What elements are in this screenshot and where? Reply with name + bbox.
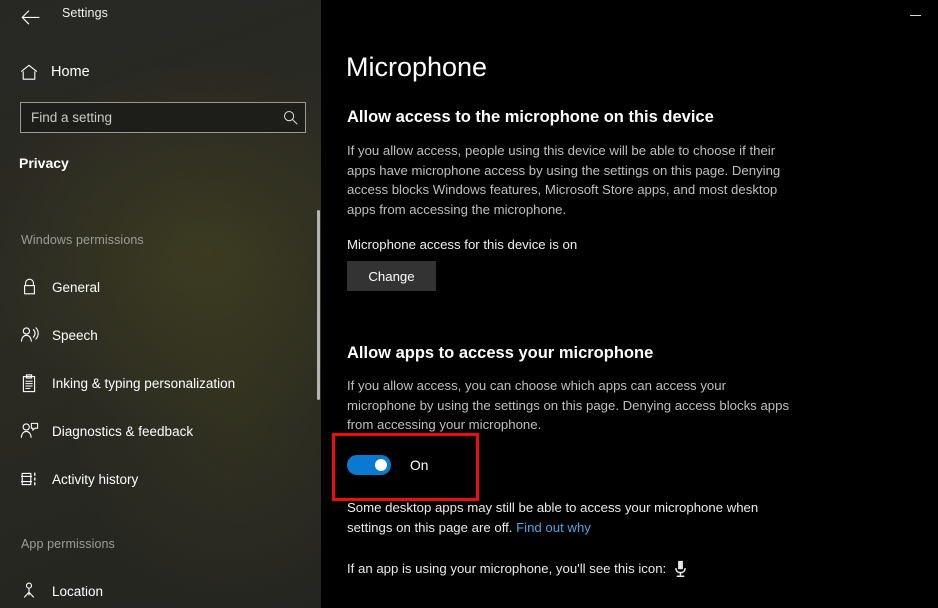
activity-history-icon (12, 470, 46, 488)
home-icon (12, 64, 46, 81)
sidebar-scrollbar-thumb[interactable] (317, 210, 320, 400)
search-input[interactable]: Find a setting (20, 102, 306, 133)
speech-person-icon (12, 326, 46, 344)
toggle-switch[interactable] (347, 455, 391, 475)
minimize-button[interactable] (892, 0, 938, 30)
sidebar-group-header-windows-permissions: Windows permissions (21, 233, 144, 247)
clipboard-pen-icon (12, 373, 46, 393)
sidebar-item-general-label: General (52, 279, 101, 295)
sidebar-category-title: Privacy (19, 155, 69, 171)
location-pin-icon (12, 582, 46, 600)
sidebar-item-activity-history[interactable]: Activity history (12, 462, 312, 496)
sidebar-item-inking-typing-personalization[interactable]: Inking & typing personalization (12, 366, 312, 400)
sidebar-item-location-label: Location (52, 583, 104, 599)
microphone-icon-note-text: If an app is using your microphone, you'… (347, 561, 667, 576)
minimize-icon (909, 14, 921, 16)
toggle-state-label: On (410, 457, 429, 473)
sidebar-item-speech-label: Speech (52, 327, 98, 343)
person-feedback-icon (12, 422, 46, 440)
microphone-icon (674, 560, 687, 577)
sidebar-item-home[interactable]: Home (12, 57, 312, 87)
sidebar-group-header-app-permissions: App permissions (21, 537, 115, 551)
desktop-apps-note: Some desktop apps may still be able to a… (347, 498, 797, 537)
microphone-icon-note: If an app is using your microphone, you'… (347, 560, 687, 577)
back-arrow-icon[interactable] (17, 4, 43, 30)
section-description-device-access: If you allow access, people using this d… (347, 143, 781, 217)
allow-apps-microphone-toggle[interactable]: On (347, 455, 428, 475)
search-input-placeholder: Find a setting (31, 110, 113, 125)
sidebar-titlebar: Settings (0, 0, 322, 32)
sidebar-item-location[interactable]: Location (12, 574, 312, 608)
lock-icon (12, 278, 46, 296)
section-heading-apps-access: Allow apps to access your microphone (347, 344, 654, 362)
section-description-apps-access: If you allow access, you can choose whic… (347, 378, 790, 432)
main-content-panel: Microphone Allow access to the microphon… (322, 0, 938, 608)
sidebar-item-speech[interactable]: Speech (12, 318, 312, 352)
sidebar-item-activity-history-label: Activity history (52, 471, 139, 487)
change-button[interactable]: Change (347, 261, 436, 291)
window-title: Settings (62, 6, 108, 20)
microphone-device-status: Microphone access for this device is on (347, 237, 578, 252)
sidebar-item-home-label: Home (51, 64, 90, 80)
sidebar-item-diagnostics-feedback-label: Diagnostics & feedback (52, 423, 194, 439)
sidebar-item-diagnostics-feedback[interactable]: Diagnostics & feedback (12, 414, 312, 448)
find-out-why-link[interactable]: Find out why (516, 520, 591, 535)
search-icon[interactable] (275, 110, 305, 125)
sidebar-item-inking-typing-personalization-label: Inking & typing personalization (52, 375, 236, 391)
sidebar-item-general[interactable]: General (12, 270, 312, 304)
page-title: Microphone (346, 52, 488, 82)
settings-sidebar: Settings Home Find a setting Privacy Win… (0, 0, 322, 608)
section-heading-device-access: Allow access to the microphone on this d… (347, 108, 714, 126)
toggle-knob (375, 459, 387, 471)
